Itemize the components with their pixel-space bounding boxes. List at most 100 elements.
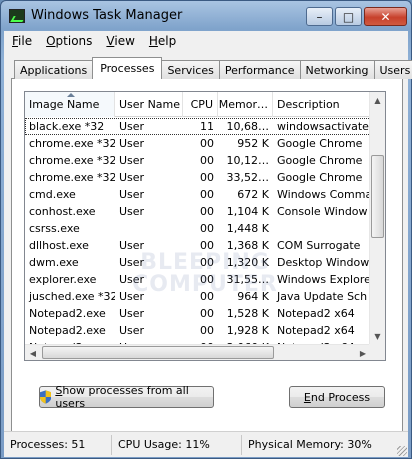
cell-memory: 1,928 K	[226, 324, 269, 337]
table-row[interactable]: Notepad2.exe User 00 1,528 K Notepad2 x64	[25, 305, 371, 322]
menu-options[interactable]: Options	[46, 34, 92, 48]
cell-image-name: chrome.exe *32	[29, 154, 115, 167]
cell-memory: 1,104 K	[226, 205, 269, 218]
cell-cpu: 11	[200, 120, 214, 133]
scroll-left-arrow-icon[interactable]: ◀	[25, 345, 41, 360]
horizontal-scroll-thumb[interactable]	[42, 346, 274, 359]
cell-cpu: 00	[200, 256, 214, 269]
cell-memory: 1,448 K	[226, 222, 269, 235]
cell-description: Windows Comma	[277, 188, 371, 201]
tab-strip: Applications Processes Services Performa…	[14, 57, 412, 79]
cell-cpu: 00	[200, 205, 214, 218]
cell-description: Notepad2 x64	[277, 307, 355, 320]
cell-description: Console Window	[277, 205, 368, 218]
cell-image-name: jusched.exe *32	[29, 290, 115, 303]
close-button[interactable]: ✕	[364, 7, 407, 26]
task-manager-window: Windows Task Manager – □ ✕ File Options …	[0, 0, 412, 459]
cell-image-name: conhost.exe	[29, 205, 96, 218]
table-row[interactable]: csrss.exe 00 1,448 K	[25, 220, 371, 237]
tab-networking[interactable]: Networking	[299, 60, 375, 79]
cell-description: Windows Explore	[277, 273, 371, 286]
resize-grip-icon[interactable]	[397, 446, 407, 456]
cell-memory: 1,528 K	[226, 307, 269, 320]
cell-memory: 1,368 K	[226, 239, 269, 252]
end-process-button[interactable]: End Process	[289, 386, 385, 408]
cell-user-name: User	[119, 307, 145, 320]
status-physical-memory: Physical Memory: 30%	[248, 438, 372, 451]
tab-applications[interactable]: Applications	[14, 60, 94, 79]
cell-description: Java Update Sch	[277, 290, 368, 303]
cell-user-name: User	[119, 256, 145, 269]
cell-description: Google Chrome	[277, 171, 363, 184]
status-process-count: Processes: 51	[4, 434, 112, 455]
table-row[interactable]: cmd.exe User 00 672 K Windows Comma	[25, 186, 371, 203]
cell-description: Google Chrome	[277, 154, 363, 167]
cell-description: Google Chrome	[277, 137, 363, 150]
status-cpu-usage: CPU Usage: 11%	[112, 434, 242, 455]
tab-services[interactable]: Services	[161, 60, 220, 79]
cell-memory: 31,55…	[226, 273, 270, 286]
cell-memory: 33,52…	[226, 171, 270, 184]
client-area: Applications Processes Services Performa…	[4, 51, 412, 432]
cell-cpu: 00	[200, 188, 214, 201]
tab-users[interactable]: Users	[373, 60, 412, 79]
tab-processes[interactable]: Processes	[92, 57, 163, 79]
table-row[interactable]: explorer.exe User 00 31,55… Windows Explore	[25, 271, 371, 288]
process-list[interactable]: Image Name User Name CPU Memor… Descript…	[24, 91, 386, 361]
column-header-memory[interactable]: Memor…	[218, 92, 273, 117]
cell-cpu: 00	[200, 290, 214, 303]
cell-description: COM Surrogate	[277, 239, 361, 252]
cell-user-name: User	[119, 137, 145, 150]
cell-image-name: Notepad2.exe	[29, 307, 106, 320]
table-row[interactable]: chrome.exe *32 User 00 10,12… Google Chrome	[25, 152, 371, 169]
show-all-processes-button[interactable]: Show processes from all users	[39, 384, 214, 410]
table-row[interactable]: chrome.exe *32 User 00 952 K Google Chrome	[25, 135, 371, 152]
table-row[interactable]: dllhost.exe User 00 1,368 K COM Surrogate	[25, 237, 371, 254]
cell-memory: 10,12…	[226, 154, 270, 167]
title-bar[interactable]: Windows Task Manager – □ ✕	[1, 1, 411, 31]
table-row[interactable]: black.exe *32 User 11 10,68… windowsactivate	[25, 118, 371, 135]
cell-memory: 1,320 K	[226, 256, 269, 269]
cell-image-name: Notepad2.exe	[29, 324, 106, 337]
table-row[interactable]: chrome.exe *32 User 00 33,52… Google Chrome	[25, 169, 371, 186]
scroll-down-arrow-icon[interactable]: ▼	[370, 328, 385, 344]
cell-cpu: 00	[200, 307, 214, 320]
cell-description: Desktop Window	[277, 256, 370, 269]
status-bar: Processes: 51 CPU Usage: 11% Physical Me…	[4, 431, 408, 457]
cell-user-name: User	[119, 290, 145, 303]
cell-image-name: cmd.exe	[29, 188, 76, 201]
cell-user-name: User	[119, 171, 145, 184]
minimize-button[interactable]: –	[306, 7, 333, 26]
cell-memory: 964 K	[237, 290, 269, 303]
cell-image-name: chrome.exe *32	[29, 137, 115, 150]
cell-cpu: 00	[200, 273, 214, 286]
menu-view[interactable]: View	[106, 34, 134, 48]
cell-image-name: explorer.exe	[29, 273, 97, 286]
window-title: Windows Task Manager	[31, 8, 183, 23]
menu-help[interactable]: Help	[149, 34, 176, 48]
cell-image-name: black.exe *32	[29, 120, 105, 133]
uac-shield-icon	[40, 390, 52, 404]
maximize-button[interactable]: □	[335, 7, 362, 26]
column-header-user-name[interactable]: User Name	[115, 92, 183, 117]
column-header-description[interactable]: Description	[273, 92, 371, 117]
cell-cpu: 00	[200, 239, 214, 252]
task-manager-icon	[9, 9, 25, 23]
cell-user-name: User	[119, 324, 145, 337]
horizontal-scrollbar[interactable]: ◀ ▶	[25, 344, 371, 360]
cell-cpu: 00	[200, 154, 214, 167]
table-row[interactable]: jusched.exe *32 User 00 964 K Java Update Sc…	[25, 288, 371, 305]
table-row[interactable]: conhost.exe User 00 1,104 K Console Window	[25, 203, 371, 220]
column-header-cpu[interactable]: CPU	[183, 92, 218, 117]
tab-performance[interactable]: Performance	[218, 60, 301, 79]
menu-file[interactable]: File	[12, 34, 32, 48]
table-row[interactable]: Notepad2.exe User 00 1,928 K Notepad2 x64	[25, 322, 371, 339]
table-row[interactable]: dwm.exe User 00 1,320 K Desktop Window	[25, 254, 371, 271]
scrollbar-corner	[369, 344, 385, 360]
vertical-scrollbar[interactable]: ▲ ▼	[369, 92, 385, 344]
scroll-up-arrow-icon[interactable]: ▲	[370, 92, 385, 108]
cell-user-name: User	[119, 205, 145, 218]
cell-cpu: 00	[200, 222, 214, 235]
column-header-image-name[interactable]: Image Name	[25, 92, 115, 117]
vertical-scroll-thumb[interactable]	[371, 155, 384, 238]
